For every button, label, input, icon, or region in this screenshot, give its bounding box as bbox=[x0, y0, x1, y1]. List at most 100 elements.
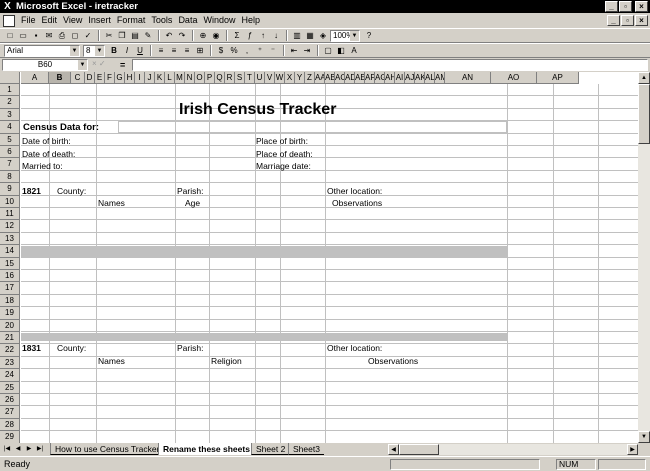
row-header-27[interactable]: 27 bbox=[0, 406, 20, 419]
row-header-18[interactable]: 18 bbox=[0, 294, 20, 308]
age-1821-header[interactable]: Age bbox=[185, 198, 200, 209]
row-header-2[interactable]: 2 bbox=[0, 96, 20, 109]
row-header-10[interactable]: 10 bbox=[0, 195, 20, 208]
parish-1831-label[interactable]: Parish: bbox=[177, 343, 203, 354]
doc-minimize-button[interactable]: _ bbox=[607, 15, 620, 26]
column-header-e[interactable]: E bbox=[95, 72, 105, 84]
names-1831-header[interactable]: Names bbox=[98, 356, 125, 367]
format-painter-icon[interactable]: ✎ bbox=[142, 30, 154, 42]
italic-icon[interactable]: I bbox=[121, 45, 133, 57]
religion-1831-header[interactable]: Religion bbox=[211, 356, 242, 367]
column-header-aa[interactable]: AA bbox=[315, 72, 325, 84]
currency-icon[interactable]: $ bbox=[215, 45, 227, 57]
row-header-29[interactable]: 29 bbox=[0, 431, 20, 443]
sort-descending-icon[interactable]: ↓ bbox=[270, 30, 282, 42]
formula-input[interactable] bbox=[132, 59, 648, 71]
font-color-icon[interactable]: A bbox=[348, 45, 360, 57]
scroll-down-icon[interactable]: ▼ bbox=[638, 431, 650, 443]
county-1831-label[interactable]: County: bbox=[57, 343, 86, 354]
comma-icon[interactable]: , bbox=[241, 45, 253, 57]
chart-wizard-icon[interactable]: ▥ bbox=[291, 30, 303, 42]
menu-file[interactable]: File bbox=[18, 13, 39, 28]
horizontal-scroll-thumb[interactable] bbox=[399, 444, 439, 455]
tab-sheet3[interactable]: Sheet3 bbox=[288, 443, 324, 455]
office-assistant-icon[interactable]: ? bbox=[363, 30, 375, 42]
county-1821-label[interactable]: County: bbox=[57, 186, 86, 197]
column-header-al[interactable]: AL bbox=[425, 72, 435, 84]
column-header-k[interactable]: K bbox=[155, 72, 165, 84]
drawing-icon[interactable]: ◈ bbox=[317, 30, 329, 42]
column-header-h[interactable]: H bbox=[125, 72, 135, 84]
open-icon[interactable]: ▭ bbox=[17, 30, 29, 42]
align-left-icon[interactable]: ≡ bbox=[155, 45, 167, 57]
copy-icon[interactable]: ❐ bbox=[116, 30, 128, 42]
menu-tools[interactable]: Tools bbox=[148, 13, 175, 28]
excel-app-icon[interactable]: X bbox=[2, 1, 13, 12]
row-header-15[interactable]: 15 bbox=[0, 257, 20, 270]
spelling-icon[interactable]: ✓ bbox=[82, 30, 94, 42]
doc-close-button[interactable]: × bbox=[635, 15, 648, 26]
underline-icon[interactable]: U bbox=[134, 45, 146, 57]
font-dropdown-icon[interactable]: ▼ bbox=[70, 45, 79, 56]
increase-indent-icon[interactable]: ⇥ bbox=[301, 45, 313, 57]
year-1821-label[interactable]: 1821 bbox=[22, 186, 41, 197]
zoom-dropdown-icon[interactable]: ▼ bbox=[350, 30, 359, 41]
next-sheet-icon[interactable]: ▶ bbox=[24, 444, 34, 455]
name-box-dropdown-icon[interactable]: ▼ bbox=[78, 60, 87, 70]
column-header-ai[interactable]: AI bbox=[395, 72, 405, 84]
map-icon[interactable]: ▦ bbox=[304, 30, 316, 42]
column-header-an[interactable]: AN bbox=[445, 72, 491, 84]
save-icon[interactable]: ▪ bbox=[30, 30, 42, 42]
place-of-birth-label[interactable]: Place of birth: bbox=[256, 136, 308, 147]
column-header-i[interactable]: I bbox=[135, 72, 145, 84]
row-header-28[interactable]: 28 bbox=[0, 418, 20, 432]
row-header-25[interactable]: 25 bbox=[0, 381, 20, 394]
minimize-button[interactable]: _ bbox=[605, 1, 618, 12]
year-1831-label[interactable]: 1831 bbox=[22, 343, 41, 354]
parish-1821-label[interactable]: Parish: bbox=[177, 186, 203, 197]
column-header-o[interactable]: O bbox=[195, 72, 205, 84]
column-header-n[interactable]: N bbox=[185, 72, 195, 84]
increase-decimal-icon[interactable]: ⁺ bbox=[254, 45, 266, 57]
paste-icon[interactable]: ▤ bbox=[129, 30, 141, 42]
column-header-p[interactable]: P bbox=[205, 72, 215, 84]
marriage-date-label[interactable]: Marriage date: bbox=[256, 161, 311, 172]
prev-sheet-icon[interactable]: ◀ bbox=[13, 444, 23, 455]
column-header-m[interactable]: M bbox=[175, 72, 185, 84]
row-header-3[interactable]: 3 bbox=[0, 108, 20, 122]
sort-ascending-icon[interactable]: ↑ bbox=[257, 30, 269, 42]
census-data-for-label[interactable]: Census Data for: bbox=[23, 122, 99, 133]
column-header-am[interactable]: AM bbox=[435, 72, 445, 84]
column-header-x[interactable]: X bbox=[285, 72, 295, 84]
row-header-26[interactable]: 26 bbox=[0, 394, 20, 407]
last-sheet-icon[interactable]: ▶| bbox=[35, 444, 45, 455]
column-header-aj[interactable]: AJ bbox=[405, 72, 415, 84]
date-of-birth-label[interactable]: Date of birth: bbox=[22, 136, 71, 147]
column-header-u[interactable]: U bbox=[255, 72, 265, 84]
percent-icon[interactable]: % bbox=[228, 45, 240, 57]
column-header-ad[interactable]: AD bbox=[345, 72, 355, 84]
row-header-24[interactable]: 24 bbox=[0, 369, 20, 382]
menu-insert[interactable]: Insert bbox=[85, 13, 114, 28]
hyperlink-icon[interactable]: ⊕ bbox=[197, 30, 209, 42]
print-preview-icon[interactable]: ◻ bbox=[69, 30, 81, 42]
column-header-ah[interactable]: AH bbox=[385, 72, 395, 84]
worksheet-grid[interactable]: ABCDEFGHIJKLMNOPQRSTUVWXYZAAABACADAEAFAG… bbox=[0, 72, 638, 443]
observations-1821-header[interactable]: Observations bbox=[332, 198, 382, 209]
workbook-icon[interactable] bbox=[3, 14, 15, 27]
name-box[interactable]: B60 ▼ bbox=[2, 59, 88, 71]
undo-icon[interactable]: ↶ bbox=[163, 30, 175, 42]
row-header-8[interactable]: 8 bbox=[0, 170, 20, 184]
row-header-4[interactable]: 4 bbox=[0, 121, 20, 134]
align-right-icon[interactable]: ≡ bbox=[181, 45, 193, 57]
tab-rename-these-sheets[interactable]: Rename these sheets bbox=[158, 443, 254, 455]
date-of-death-label[interactable]: Date of death: bbox=[22, 149, 75, 160]
scroll-left-icon[interactable]: ◀ bbox=[388, 444, 399, 455]
borders-icon[interactable]: ▢ bbox=[322, 45, 334, 57]
row-header-21[interactable]: 21 bbox=[0, 332, 20, 345]
restore-button[interactable]: ▫ bbox=[619, 1, 632, 12]
first-sheet-icon[interactable]: |◀ bbox=[2, 444, 12, 455]
zoom-select[interactable]: 100% ▼ bbox=[330, 29, 360, 42]
function-icon[interactable]: ƒ bbox=[244, 30, 256, 42]
redo-icon[interactable]: ↷ bbox=[176, 30, 188, 42]
